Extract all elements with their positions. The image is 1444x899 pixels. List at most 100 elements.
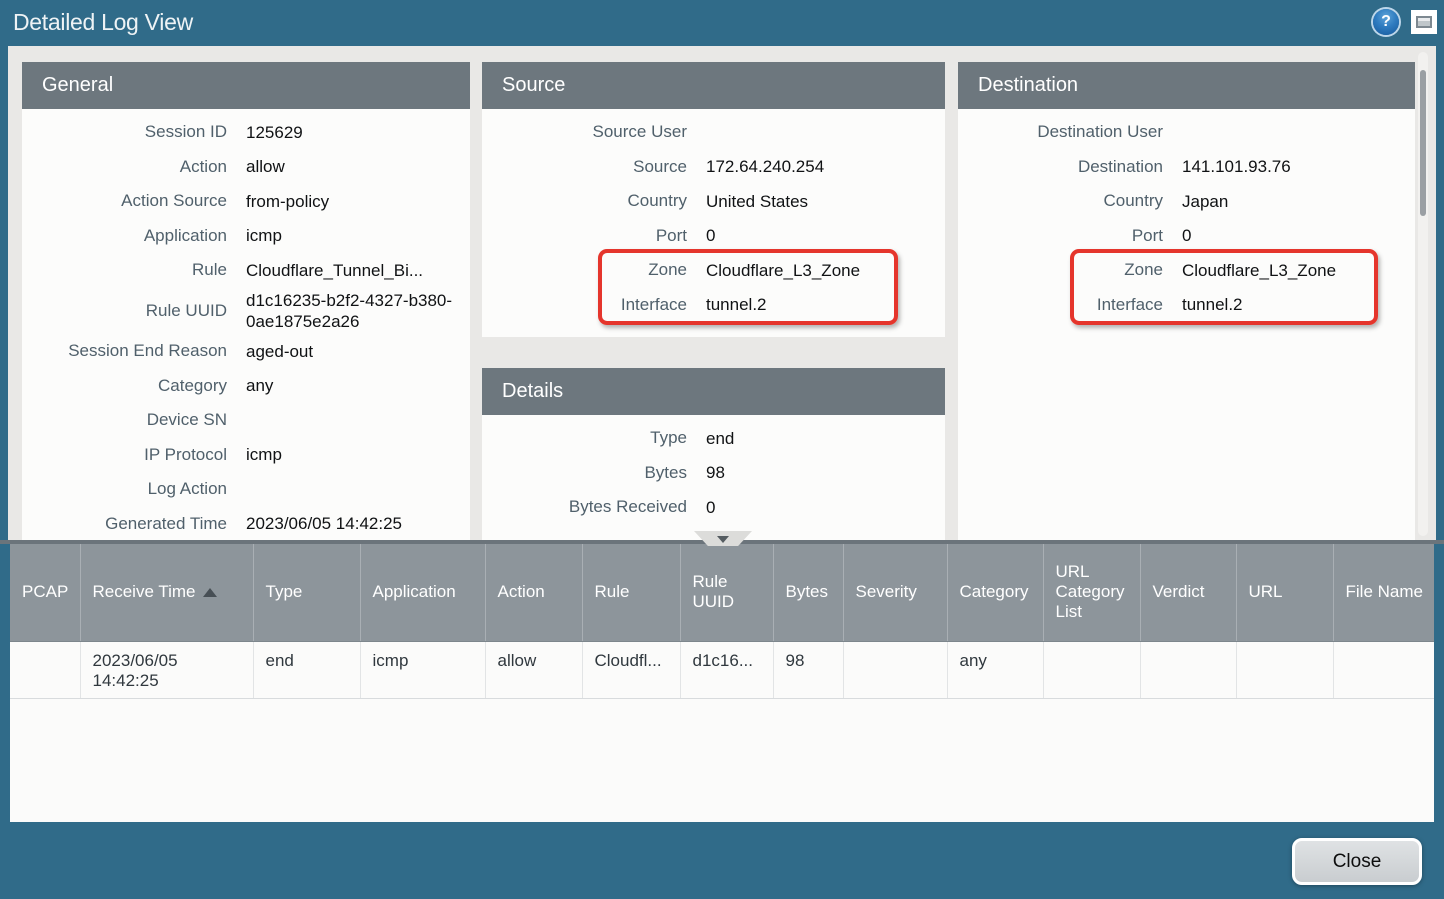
- vertical-scrollbar-thumb[interactable]: [1420, 70, 1426, 216]
- log-detail-section: General Session ID125629ActionallowActio…: [8, 46, 1436, 540]
- field-label: Rule UUID: [22, 301, 227, 321]
- table-cell: [1043, 641, 1140, 698]
- field-row-rule-uuid: Rule UUIDd1c16235-b2f2-4327-b380-0ae1875…: [22, 288, 470, 335]
- table-cell: [10, 641, 80, 698]
- field-row-source-user: Source User: [482, 115, 945, 150]
- field-label: Session End Reason: [22, 341, 227, 361]
- column-header-url-category-list[interactable]: URL Category List: [1043, 544, 1140, 641]
- field-row-action: Actionallow: [22, 150, 470, 185]
- field-label: Source: [482, 157, 687, 177]
- field-label: Action Source: [22, 191, 227, 211]
- details-panel-header: Details: [482, 368, 945, 415]
- field-row-destination: Destination 141.101.93.76: [958, 150, 1415, 185]
- dialog-title-bar: Detailed Log View ?: [0, 0, 1444, 46]
- field-label: Source User: [482, 122, 687, 142]
- column-header-severity[interactable]: Severity: [843, 544, 947, 641]
- field-row-source: Source 172.64.240.254: [482, 150, 945, 185]
- column-header-type[interactable]: Type: [253, 544, 360, 641]
- field-label: Zone: [958, 260, 1163, 280]
- field-value: any: [246, 375, 273, 396]
- column-header-url[interactable]: URL: [1236, 544, 1333, 641]
- field-row-device-sn: Device SN: [22, 403, 470, 438]
- field-value: 98: [706, 462, 725, 483]
- field-value: icmp: [246, 444, 282, 465]
- column-header-file-name[interactable]: File Name: [1333, 544, 1434, 641]
- field-label: Bytes: [482, 463, 687, 483]
- field-value: 0: [706, 225, 715, 246]
- field-value: 172.64.240.254: [706, 156, 824, 177]
- table-cell: icmp: [360, 641, 485, 698]
- field-row-application: Applicationicmp: [22, 219, 470, 254]
- field-row-session-end-reason: Session End Reasonaged-out: [22, 334, 470, 369]
- field-value: Cloudflare_L3_Zone: [706, 260, 860, 281]
- field-value: allow: [246, 156, 285, 177]
- field-value: Cloudflare_L3_Zone: [1182, 260, 1336, 281]
- column-header-verdict[interactable]: Verdict: [1140, 544, 1236, 641]
- destination-panel-header: Destination: [958, 62, 1415, 109]
- field-row-action-source: Action Source from-policy: [22, 184, 470, 219]
- field-row-country: CountryUnited States: [482, 184, 945, 219]
- field-value: 141.101.93.76: [1182, 156, 1291, 177]
- column-header-category[interactable]: Category: [947, 544, 1043, 641]
- field-value: from-policy: [246, 191, 329, 212]
- table-cell: [1236, 641, 1333, 698]
- column-header-action[interactable]: Action: [485, 544, 582, 641]
- field-label: Port: [482, 226, 687, 246]
- field-row-session-id: Session ID125629: [22, 115, 470, 150]
- source-panel: Source Source User Source 172.64.240.254 Co…: [482, 62, 945, 337]
- field-label: Device SN: [22, 410, 227, 430]
- chevron-down-icon: [717, 536, 729, 543]
- field-row-bytes-received: Bytes Received0: [482, 490, 945, 525]
- column-header-rule-uuid[interactable]: Rule UUID: [680, 544, 773, 641]
- column-header-application[interactable]: Application: [360, 544, 485, 641]
- field-label: Destination: [958, 157, 1163, 177]
- field-row-generated-time: Generated Time 2023/06/05 14:42:25: [22, 507, 470, 541]
- restore-window-icon[interactable]: [1411, 10, 1437, 34]
- field-value: 0: [706, 497, 715, 518]
- close-button[interactable]: Close: [1292, 838, 1422, 885]
- field-label: Generated Time: [22, 514, 227, 534]
- table-row[interactable]: 2023/06/05 14:42:25endicmpallowCloudfl..…: [10, 641, 1434, 698]
- column-header-rule[interactable]: Rule: [582, 544, 680, 641]
- field-label: Category: [22, 376, 227, 396]
- sort-ascending-icon: [203, 588, 217, 597]
- destination-panel-body: Destination User Destination 141.101.93.76…: [958, 109, 1415, 322]
- vertical-scrollbar-track[interactable]: [1418, 52, 1428, 536]
- field-row-bytes: Bytes 98: [482, 456, 945, 491]
- field-row-zone: Zone Cloudflare_L3_Zone: [958, 253, 1415, 288]
- table-cell: d1c16...: [680, 641, 773, 698]
- field-row-zone: Zone Cloudflare_L3_Zone: [482, 253, 945, 288]
- field-value: 2023/06/05 14:42:25: [246, 513, 402, 534]
- source-panel-header: Source: [482, 62, 945, 109]
- field-row-destination-user: Destination User: [958, 115, 1415, 150]
- field-label: Zone: [482, 260, 687, 280]
- field-label: Rule: [22, 260, 227, 280]
- window-glyph: [1416, 16, 1432, 28]
- table-cell: any: [947, 641, 1043, 698]
- general-panel-body: Session ID125629ActionallowAction Source…: [22, 109, 470, 540]
- field-row-interface: Interfacetunnel.2: [958, 288, 1415, 323]
- field-value: end: [706, 428, 734, 449]
- help-icon[interactable]: ?: [1373, 9, 1399, 35]
- field-label: IP Protocol: [22, 445, 227, 465]
- table-cell: 98: [773, 641, 843, 698]
- source-panel-body: Source User Source 172.64.240.254 CountryUn…: [482, 109, 945, 322]
- field-label: Destination User: [958, 122, 1163, 142]
- destination-panel: Destination Destination User Destination 1…: [958, 62, 1415, 540]
- field-row-port: Port0: [958, 219, 1415, 254]
- table-cell: allow: [485, 641, 582, 698]
- general-panel: General Session ID125629ActionallowActio…: [22, 62, 470, 540]
- table-cell: end: [253, 641, 360, 698]
- field-row-rule: RuleCloudflare_Tunnel_Bi...: [22, 253, 470, 288]
- field-label: Country: [958, 191, 1163, 211]
- field-label: Country: [482, 191, 687, 211]
- field-row-country: Country Japan: [958, 184, 1415, 219]
- column-header-receive-time[interactable]: Receive Time: [80, 544, 253, 641]
- column-header-bytes[interactable]: Bytes: [773, 544, 843, 641]
- general-panel-header: General: [22, 62, 470, 109]
- column-header-pcap[interactable]: PCAP: [10, 544, 80, 641]
- field-value: Japan: [1182, 191, 1228, 212]
- field-label: Log Action: [22, 479, 227, 499]
- field-row-ip-protocol: IP Protocol icmp: [22, 438, 470, 473]
- field-label: Interface: [958, 295, 1163, 315]
